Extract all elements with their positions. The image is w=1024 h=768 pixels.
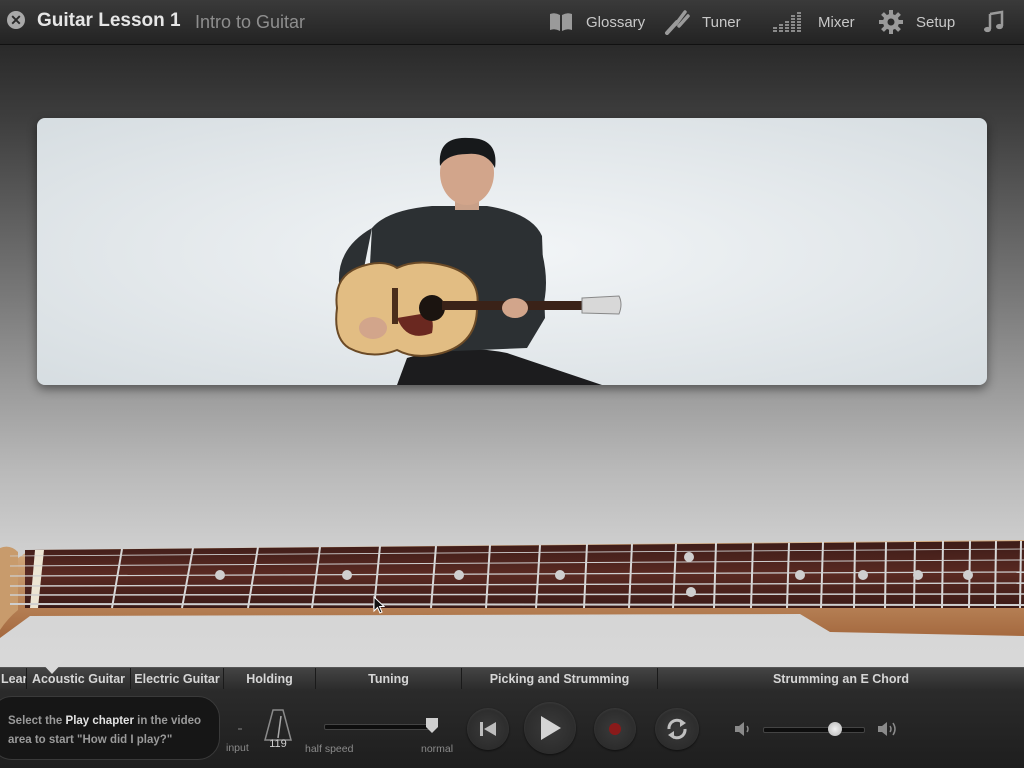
volume-high-icon [877,720,901,743]
lesson-title: Guitar Lesson 1 [37,10,181,31]
input-level-indicator [238,728,242,730]
skip-back-icon [480,722,496,736]
mixer-label: Mixer [818,13,855,31]
fretboard-graphic [0,540,1024,638]
chapter-learn[interactable]: Lear [0,668,27,690]
metronome-button[interactable]: 119 [263,708,293,754]
volume-low-icon [734,721,752,742]
glossary-label: Glossary [586,13,646,31]
cycle-button[interactable] [655,708,699,750]
chapter-tuning[interactable]: Tuning [316,668,462,690]
hint-text-prefix: Select the [8,715,66,727]
tuning-fork-icon [664,9,690,35]
tempo-value: 119 [269,738,287,750]
music-note-icon [982,9,1008,35]
record-icon [609,723,621,735]
close-icon[interactable]: ✕ [7,11,25,29]
chapter-bar: Lear Acoustic Guitar Electric Guitar Hol… [0,667,1024,690]
mouse-cursor [373,595,386,619]
speed-slider-thumb[interactable] [426,718,438,733]
tuner-button[interactable]: Tuner [664,0,741,44]
play-icon [541,716,561,740]
top-bar: ✕ Guitar Lesson 1 Intro to Guitar Glossa… [0,0,1024,45]
instructor-video-frame [335,137,622,385]
gear-icon [878,9,904,35]
input-label: input [226,742,249,754]
rewind-button[interactable] [467,708,509,750]
speed-max-label: normal [421,743,454,755]
setup-button[interactable]: Setup [878,0,955,44]
setup-label: Setup [916,13,956,31]
volume-slider-track[interactable] [763,727,865,733]
speed-slider-track[interactable] [324,724,434,730]
tuner-label: Tuner [702,13,741,31]
mixer-button[interactable]: Mixer [772,0,855,44]
music-button[interactable] [982,0,1020,44]
play-button[interactable] [524,702,576,754]
chapter-picking-and-strumming[interactable]: Picking and Strumming [462,668,658,690]
video-area[interactable] [37,118,987,385]
book-icon [548,9,574,35]
playhead-marker[interactable] [39,660,65,674]
fretboard[interactable] [0,530,1024,640]
volume-slider-thumb[interactable] [828,722,842,736]
control-bar: Select the Play chapter in the video are… [0,689,1024,768]
hint-panel: Select the Play chapter in the video are… [0,696,220,760]
lesson-subtitle: Intro to Guitar [195,12,306,32]
hint-text-bold: Play chapter [65,715,134,727]
metronome-icon [264,709,292,741]
cycle-icon [667,718,687,740]
glossary-button[interactable]: Glossary [548,0,645,44]
record-button[interactable] [594,708,636,750]
chapter-holding[interactable]: Holding [224,668,316,690]
mixer-icon [772,9,804,35]
chapter-electric-guitar[interactable]: Electric Guitar [131,668,224,690]
speed-min-label: half speed [305,743,354,755]
chapter-strumming-an-e-chord[interactable]: Strumming an E Chord [658,668,1024,690]
